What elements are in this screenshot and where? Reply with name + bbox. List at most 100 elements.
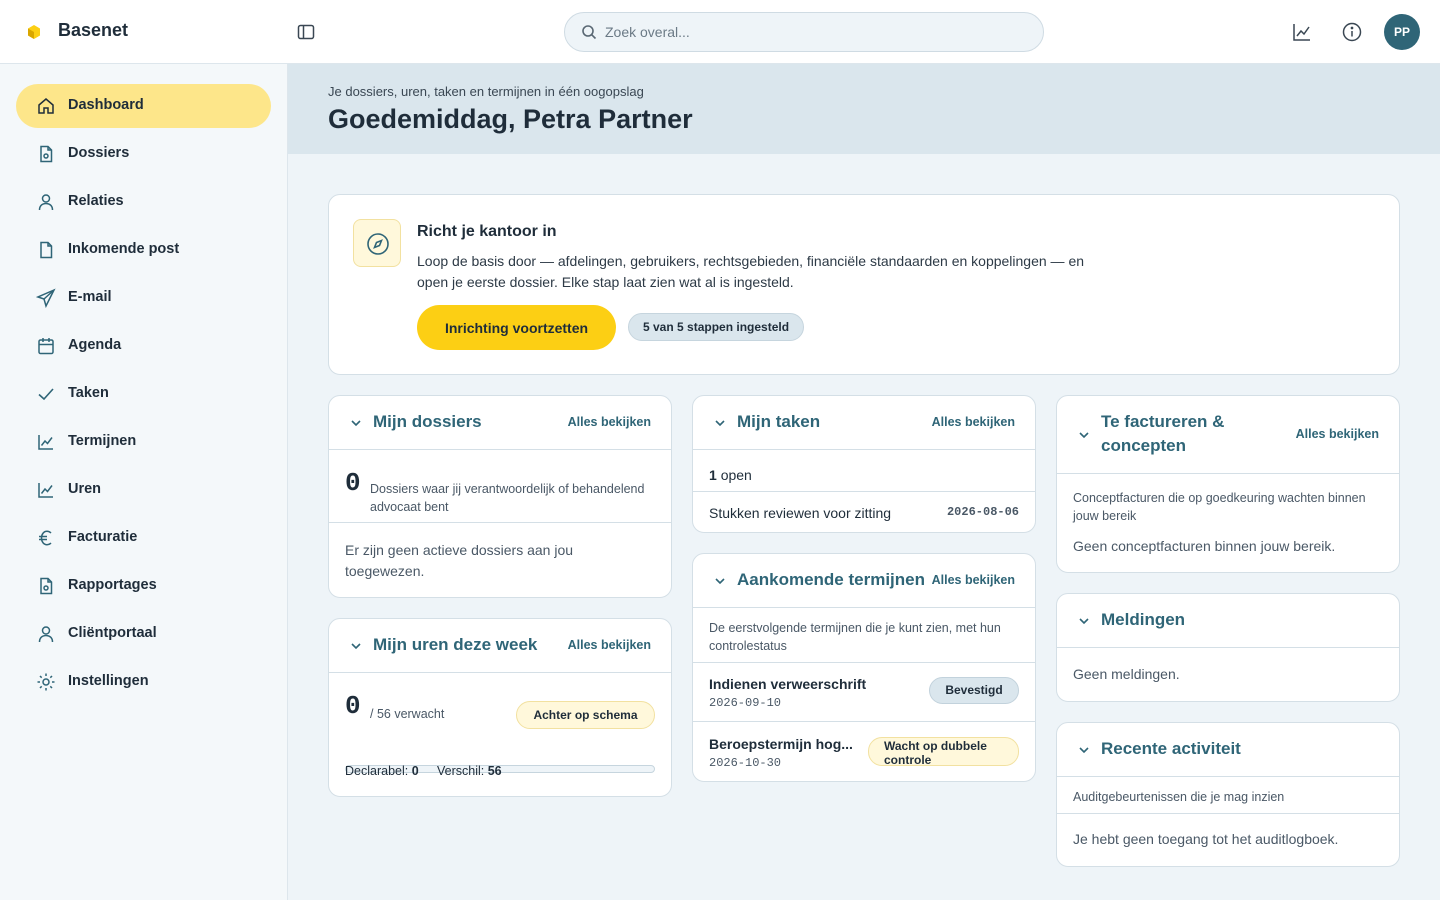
chevron-down-icon[interactable] xyxy=(713,416,727,430)
open-count: 1 xyxy=(709,467,717,483)
user-icon xyxy=(38,194,54,211)
card-header: Mijn dossiers Alles bekijken xyxy=(329,396,671,450)
chevron-down-icon[interactable] xyxy=(1077,614,1091,628)
top-bar: Basenet PP xyxy=(0,0,1440,64)
sidebar-item-label: Uren xyxy=(68,481,102,497)
dossier-count: 0 xyxy=(345,468,361,498)
send-icon xyxy=(36,288,56,308)
sidebar-item-label: Dashboard xyxy=(68,97,144,113)
recent-activity-card: Recente activiteit Auditgebeurtenissen d… xyxy=(1056,722,1400,867)
deadline-title[interactable]: Beroepstermijn hog... xyxy=(709,736,853,752)
search-bar xyxy=(564,12,1044,52)
card-header: Mijn taken Alles bekijken xyxy=(693,396,1035,450)
page-title: Goedemiddag, Petra Partner xyxy=(328,104,693,134)
activity-empty-text: Je hebt geen toegang tot het auditlogboe… xyxy=(1073,831,1339,847)
home-icon xyxy=(38,98,54,114)
sidebar-item-uren[interactable]: Uren xyxy=(16,468,271,512)
sidebar-item-label: Relaties xyxy=(68,193,124,209)
divider xyxy=(693,662,1035,663)
divider xyxy=(693,721,1035,722)
sidebar-item-label: Rapportages xyxy=(68,577,157,593)
my-hours-card: Mijn uren deze week Alles bekijken 0 / 5… xyxy=(328,618,672,797)
notifications-card: Meldingen Geen meldingen. xyxy=(1056,593,1400,702)
card-header: Mijn uren deze week Alles bekijken xyxy=(329,619,671,673)
check-icon xyxy=(38,388,54,401)
see-all-link[interactable]: Alles bekijken xyxy=(932,573,1015,587)
see-all-link[interactable]: Alles bekijken xyxy=(1296,427,1379,441)
compass-icon xyxy=(367,233,389,255)
sidebar-item-label: Inkomende post xyxy=(68,241,180,257)
hours-status-badge: Achter op schema xyxy=(516,701,655,729)
sidebar-item-label: E-mail xyxy=(68,289,112,305)
open-label: open xyxy=(720,467,752,483)
continue-setup-button[interactable]: Inrichting voortzetten xyxy=(417,305,616,350)
sidebar-item-instellingen[interactable]: Instellingen xyxy=(16,660,271,704)
user-avatar[interactable]: PP xyxy=(1384,14,1420,50)
sidebar-item-dossiers[interactable]: Dossiers xyxy=(16,132,271,176)
setup-description: Loop de basis door — afdelingen, gebruik… xyxy=(417,253,1085,290)
invoices-description: Conceptfacturen die op goedkeuring wacht… xyxy=(1073,491,1366,523)
activity-description: Auditgebeurtenissen die je mag inzien xyxy=(1073,790,1285,804)
card-title: Mijn uren deze week xyxy=(373,635,538,654)
chart-line-icon xyxy=(38,483,53,498)
my-tasks-card: Mijn taken Alles bekijken 1 open Stukken… xyxy=(692,395,1036,533)
sidebar-item-inkomende-post[interactable]: Inkomende post xyxy=(16,228,271,272)
difference-label: Verschil: xyxy=(437,764,485,778)
search-input[interactable] xyxy=(605,21,1025,43)
tasks-open-count: 1 open xyxy=(709,467,752,483)
hours-expected: / 56 verwacht xyxy=(370,707,445,721)
see-all-link[interactable]: Alles bekijken xyxy=(568,638,651,652)
sidebar-item-agenda[interactable]: Agenda xyxy=(16,324,271,368)
card-title: Recente activiteit xyxy=(1101,739,1241,758)
declarable-stat: Declarabel: 0 xyxy=(345,764,419,778)
sidebar-item-rapportages[interactable]: Rapportages xyxy=(16,564,271,608)
setup-progress-badge: 5 van 5 stappen ingesteld xyxy=(628,313,805,341)
sidebar-item-label: Taken xyxy=(68,385,109,401)
deadline-title[interactable]: Indienen verweerschrift xyxy=(709,676,866,692)
sidebar-toggle-icon[interactable] xyxy=(296,22,316,42)
dossier-count-label: Dossiers waar jij verantwoordelijk of be… xyxy=(370,482,645,514)
declarable-value: 0 xyxy=(411,764,419,778)
chevron-down-icon[interactable] xyxy=(349,639,363,653)
chevron-down-icon[interactable] xyxy=(349,416,363,430)
sidebar-item-label: Termijnen xyxy=(68,433,137,449)
sidebar-item-label: Facturatie xyxy=(68,529,138,545)
sidebar-item-taken[interactable]: Taken xyxy=(16,372,271,416)
card-header: Te factureren & concepten Alles bekijken xyxy=(1057,396,1399,474)
sidebar-item-facturatie[interactable]: Facturatie xyxy=(16,516,271,560)
sidebar-item-label: Instellingen xyxy=(68,673,149,689)
sidebar-item-clientportaal[interactable]: Cliëntportaal xyxy=(16,612,271,656)
divider xyxy=(693,491,1035,492)
chevron-down-icon[interactable] xyxy=(1077,743,1091,757)
task-title[interactable]: Stukken reviewen voor zitting xyxy=(709,505,891,521)
declarable-label: Declarabel: xyxy=(345,764,409,778)
chevron-down-icon[interactable] xyxy=(713,574,727,588)
setup-icon-box xyxy=(353,219,401,267)
sidebar-item-termijnen[interactable]: Termijnen xyxy=(16,420,271,464)
notifications-empty-text: Geen meldingen. xyxy=(1073,666,1180,682)
see-all-link[interactable]: Alles bekijken xyxy=(568,415,651,429)
info-icon[interactable] xyxy=(1341,21,1363,43)
see-all-link[interactable]: Alles bekijken xyxy=(932,415,1015,429)
divider xyxy=(1057,813,1399,814)
deadline-date: 2026-09-10 xyxy=(709,696,782,710)
card-title: Te factureren & concepten xyxy=(1101,412,1225,455)
task-date: 2026-08-06 xyxy=(946,505,1019,519)
sidebar-item-dashboard[interactable]: Dashboard xyxy=(16,84,271,128)
report-icon xyxy=(40,577,53,595)
sidebar-item-e-mail[interactable]: E-mail xyxy=(16,276,271,320)
card-title: Mijn taken xyxy=(737,412,821,431)
my-dossiers-card: Mijn dossiers Alles bekijken 0 Dossiers … xyxy=(328,395,672,598)
search-icon xyxy=(582,25,597,40)
chevron-down-icon[interactable] xyxy=(1077,428,1091,442)
euro-icon xyxy=(39,530,52,546)
sidebar-item-relaties[interactable]: Relaties xyxy=(16,180,271,224)
difference-stat: Verschil: 56 xyxy=(437,764,502,778)
setup-card: Richt je kantoor in Loop de basis door —… xyxy=(328,194,1400,375)
to-invoice-card: Te factureren & concepten Alles bekijken… xyxy=(1056,395,1400,573)
page-subtitle: Je dossiers, uren, taken en termijnen in… xyxy=(328,84,644,99)
sidebar-item-label: Cliëntportaal xyxy=(68,625,157,641)
calendar-icon xyxy=(38,338,54,355)
brand-name: Basenet xyxy=(58,20,129,40)
analytics-icon[interactable] xyxy=(1291,21,1313,43)
